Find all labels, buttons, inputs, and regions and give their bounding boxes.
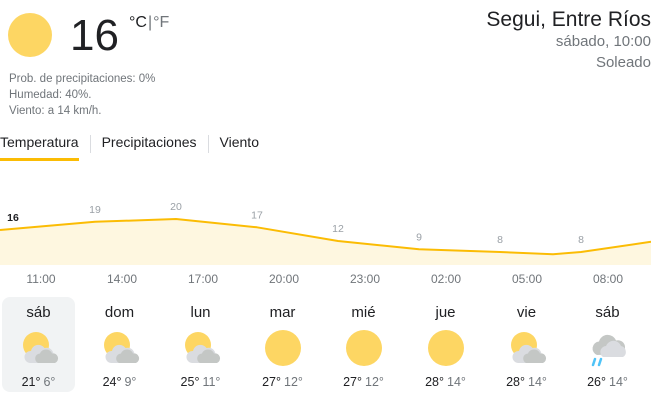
tab-viento[interactable]: Viento xyxy=(220,132,259,158)
forecast-high: 27° xyxy=(262,375,281,389)
forecast-low: 14° xyxy=(609,375,628,389)
hour-label: 20:00 xyxy=(268,272,300,286)
chart-data-label: 16 xyxy=(7,212,19,224)
chart-data-label: 8 xyxy=(497,234,503,246)
hour-label: 02:00 xyxy=(430,272,462,286)
forecast-temps: 24° 9° xyxy=(83,375,156,389)
forecast-day-name: jue xyxy=(435,304,456,321)
hour-label: 14:00 xyxy=(106,272,138,286)
forecast-low: 9° xyxy=(124,375,137,389)
forecast-day-name: lun xyxy=(190,304,211,321)
forecast-day[interactable]: vie 28° 14° xyxy=(490,297,563,392)
forecast-high: 28° xyxy=(506,375,525,389)
forecast-high: 25° xyxy=(180,375,200,389)
partly-cloudy-icon xyxy=(97,329,143,369)
chart-data-label: 17 xyxy=(251,209,263,221)
unit-celsius[interactable]: °C xyxy=(129,14,147,31)
forecast-day[interactable]: sáb 21° 6° xyxy=(2,297,75,392)
forecast-low: 6° xyxy=(43,375,56,389)
hour-label: 17:00 xyxy=(187,272,219,286)
forecast-day-name: dom xyxy=(104,304,135,321)
partly-cloudy-icon xyxy=(16,329,62,369)
forecast-temps: 27° 12° xyxy=(327,375,400,389)
wind-speed: Viento: a 14 km/h. xyxy=(9,105,102,117)
forecast-temps: 28° 14° xyxy=(490,375,563,389)
unit-toggle: °C|°F xyxy=(129,14,169,32)
forecast-day[interactable]: jue 28° 14° xyxy=(409,297,482,392)
forecast-day[interactable]: mié 27° 12° xyxy=(327,297,400,392)
location-name: Segui, Entre Ríos xyxy=(486,8,651,31)
hour-label: 11:00 xyxy=(26,272,56,286)
sun-icon xyxy=(8,13,52,57)
partly-cloudy-icon xyxy=(178,329,224,369)
unit-separator: | xyxy=(147,14,153,31)
forecast-day[interactable]: lun 25° 11° xyxy=(164,297,237,392)
forecast-low: 11° xyxy=(202,375,221,389)
forecast-high: 21° xyxy=(21,375,41,389)
forecast-high: 27° xyxy=(343,375,362,389)
forecast-day-name: sáb xyxy=(26,304,51,321)
chart-data-label: 20 xyxy=(170,201,182,213)
weather-condition: Soleado xyxy=(595,54,651,71)
tab-precipitaciones[interactable]: Precipitaciones xyxy=(102,132,197,158)
chart-area-fill xyxy=(0,219,651,265)
forecast-day-name: mié xyxy=(351,304,376,321)
chart-data-label: 12 xyxy=(332,223,344,235)
forecast-day[interactable]: dom 24° 9° xyxy=(83,297,156,392)
forecast-day[interactable]: mar 27° 12° xyxy=(246,297,319,392)
forecast-temps: 28° 14° xyxy=(409,375,482,389)
tab-temperatura[interactable]: Temperatura xyxy=(0,132,79,161)
forecast-temps: 27° 12° xyxy=(246,375,319,389)
forecast-low: 14° xyxy=(528,375,547,389)
forecast-high: 28° xyxy=(425,375,444,389)
temperature-chart: 16 19 20 17 12 9 8 8 xyxy=(0,201,651,265)
precipitation-probability: Prob. de precipitaciones: 0% xyxy=(9,73,156,85)
forecast-low: 12° xyxy=(365,375,384,389)
tab-divider xyxy=(207,135,209,153)
chart-tabs: Temperatura Precipitaciones Viento xyxy=(0,132,259,161)
chart-data-label: 8 xyxy=(578,234,584,246)
partly-cloudy-icon xyxy=(504,329,550,369)
forecast-low: 12° xyxy=(284,375,303,389)
forecast-temps: 21° 6° xyxy=(2,375,75,389)
forecast-day-name: sáb xyxy=(595,304,620,321)
tab-divider xyxy=(89,135,91,153)
forecast-day[interactable]: sáb 26° 14° xyxy=(571,297,644,392)
current-temperature: 16 xyxy=(70,11,119,60)
hour-label: 08:00 xyxy=(592,272,624,286)
sun-icon xyxy=(423,329,469,369)
hour-label: 23:00 xyxy=(349,272,381,286)
forecast-low: 14° xyxy=(447,375,466,389)
forecast-day-name: vie xyxy=(516,304,537,321)
day-time: sábado, 10:00 xyxy=(555,33,651,50)
hour-label: 05:00 xyxy=(511,272,543,286)
chart-data-label: 9 xyxy=(416,231,422,243)
forecast-temps: 26° 14° xyxy=(571,375,644,389)
forecast-high: 26° xyxy=(587,375,606,389)
unit-fahrenheit[interactable]: °F xyxy=(153,14,169,31)
sun-icon xyxy=(341,329,387,369)
humidity: Humedad: 40%. xyxy=(9,89,92,101)
forecast-temps: 25° 11° xyxy=(164,375,237,389)
rain-showers-icon xyxy=(585,329,631,369)
forecast-day-name: mar xyxy=(269,304,296,321)
chart-data-label: 19 xyxy=(89,204,101,216)
forecast-high: 24° xyxy=(102,375,122,389)
sun-icon xyxy=(260,329,306,369)
